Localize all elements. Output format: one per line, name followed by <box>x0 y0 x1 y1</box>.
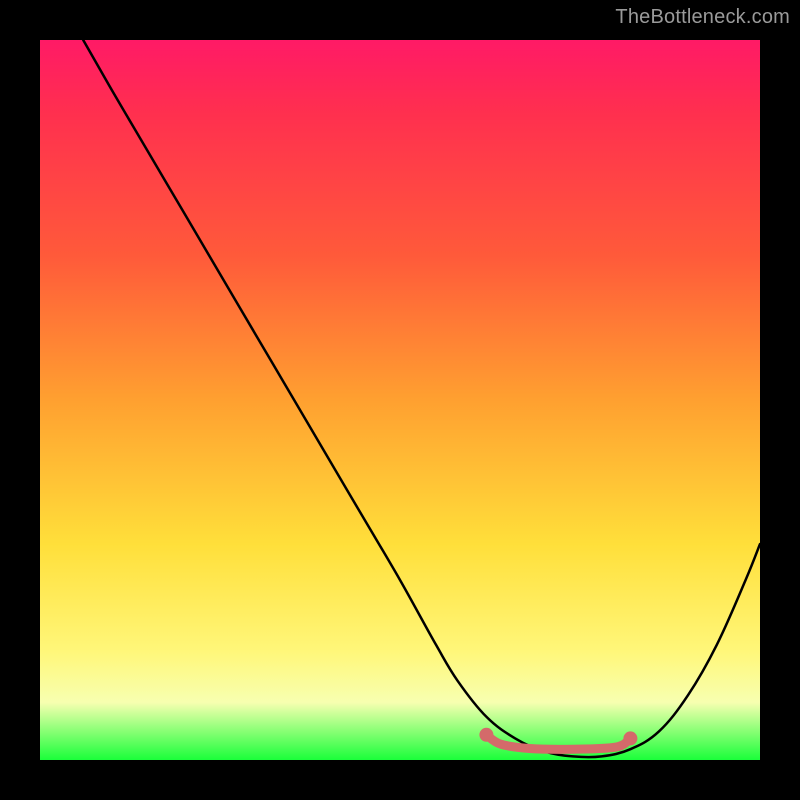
plot-area <box>40 40 760 760</box>
optimal-zone-marker <box>486 735 630 750</box>
watermark-text: TheBottleneck.com <box>615 6 790 29</box>
chart-frame: TheBottleneck.com <box>0 0 800 800</box>
bottleneck-curve <box>83 40 760 757</box>
optimal-zone-end-dot <box>623 731 637 745</box>
optimal-zone-start-dot <box>479 728 493 742</box>
plot-svg <box>40 40 760 760</box>
